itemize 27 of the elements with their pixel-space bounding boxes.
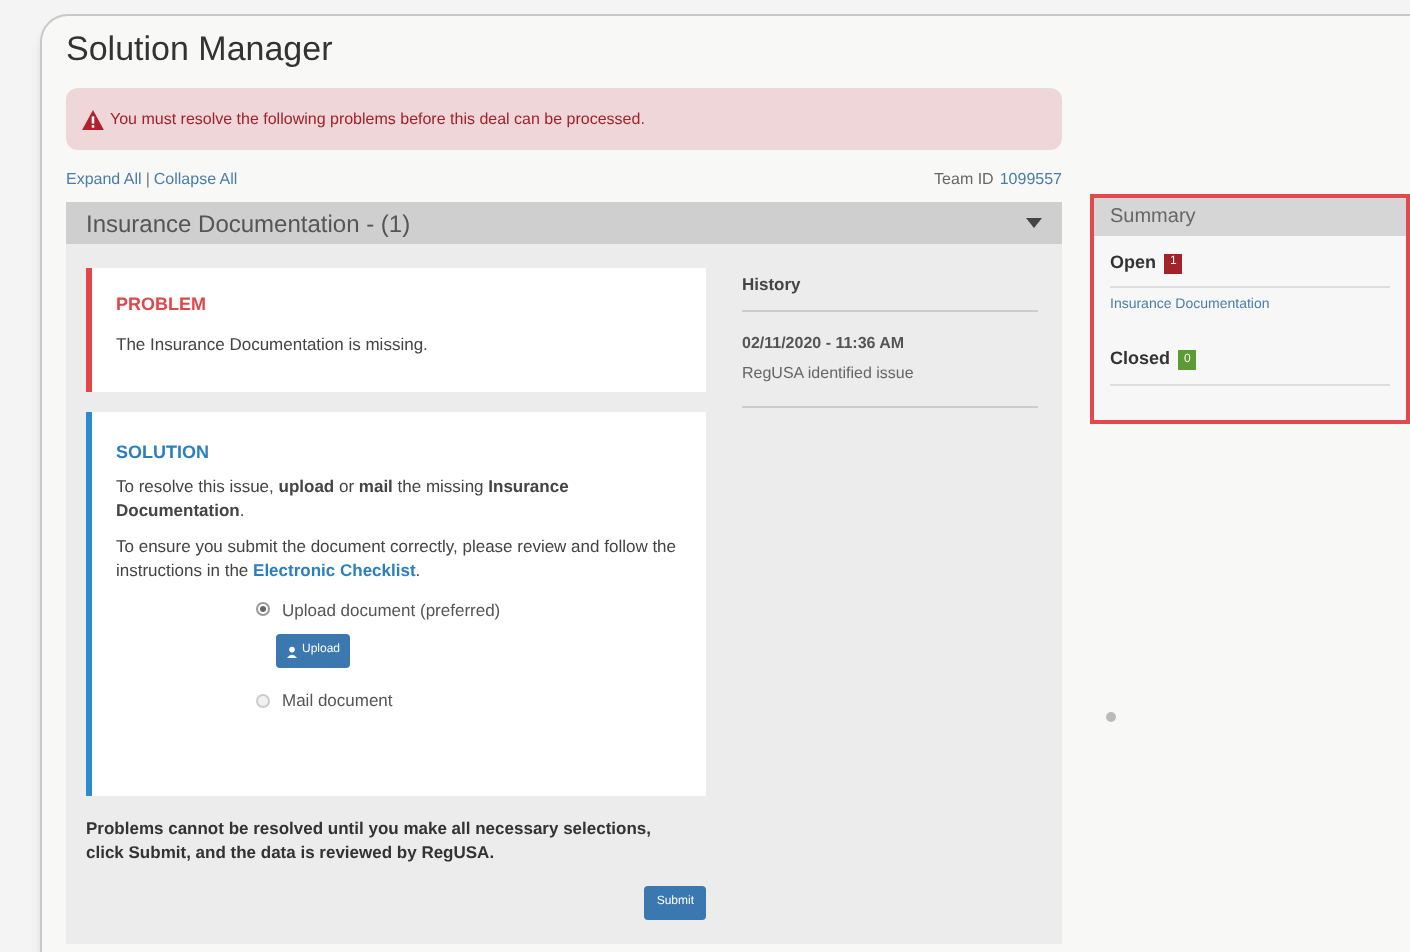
history-text: RegUSA identified issue — [742, 361, 916, 386]
link-separator: | — [145, 168, 150, 192]
summary-title: Summary — [1094, 198, 1406, 236]
team-id-value: 1099557 — [999, 168, 1062, 192]
section-header[interactable]: Insurance Documentation - (1) — [66, 202, 1062, 244]
alert-message: You must resolve the following problems before this deal can be processed. — [110, 107, 645, 131]
radio-button[interactable] — [256, 694, 270, 709]
radio-button[interactable] — [256, 602, 270, 617]
team-id-label: Team ID — [934, 168, 994, 192]
user-icon — [286, 645, 298, 658]
radio-option[interactable]: Mail document — [256, 688, 686, 714]
problem-text: The Insurance Documentation is missing. — [116, 331, 430, 357]
instructions-text: To ensure you submit the document correctly, please review and follow the instructions in the Electronic Checklist. — [116, 533, 679, 581]
notice-text: Problems cannot be resolved until you make all necessary selections, click Submit, and the data is reviewed by RegUSA. — [86, 816, 654, 864]
history-heading: History — [742, 272, 1038, 312]
warning-icon — [82, 109, 104, 129]
radio-option[interactable]: Upload document (preferred) — [256, 597, 686, 623]
window-title: Solution Manager — [66, 28, 335, 72]
toolbar-link[interactable]: Expand All — [66, 168, 142, 192]
checklist-link[interactable]: Electronic Checklist — [253, 559, 416, 579]
solution-heading: SOLUTION — [116, 440, 211, 466]
problem-heading: PROBLEM — [116, 292, 208, 318]
summary-label: Open — [1110, 249, 1157, 276]
toolbar-link[interactable]: Collapse All — [153, 168, 238, 192]
history-time: 02/11/2020 - 11:36 AM — [742, 331, 907, 356]
summary-label: Closed — [1110, 346, 1171, 373]
solution-text: To resolve this issue, upload or mail the missing Insurance Documentation. — [116, 473, 571, 521]
